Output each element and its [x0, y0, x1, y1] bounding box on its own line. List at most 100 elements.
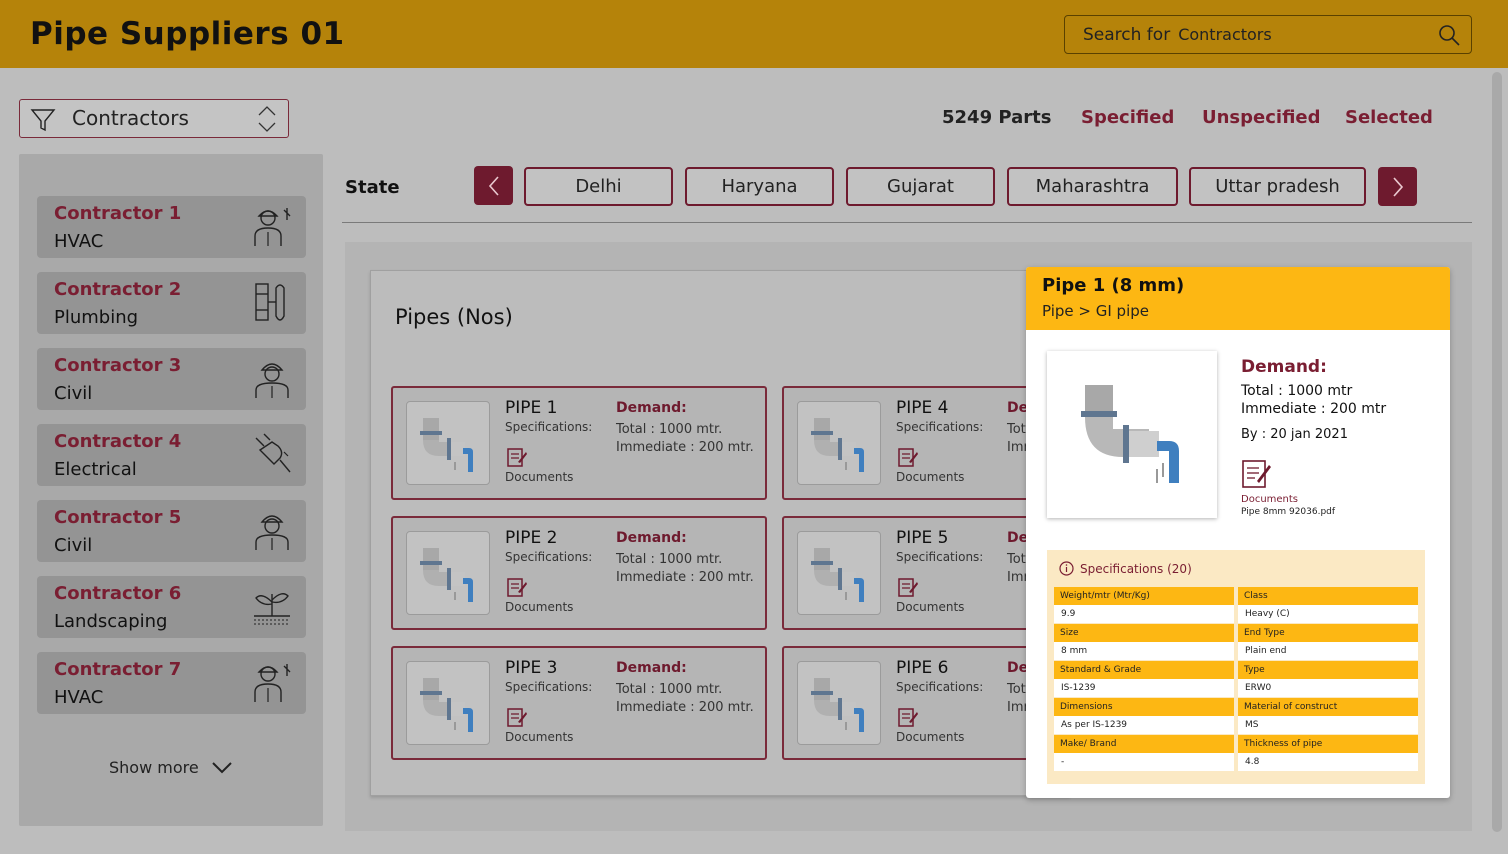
pipe-card[interactable]: PIPE 1 Specifications: Documents Demand:…	[391, 386, 767, 500]
spec-row: Make/ Brand - Thickness of pipe 4.8	[1054, 735, 1418, 771]
contractor-item[interactable]: Contractor 4 Electrical	[37, 424, 306, 486]
pipe-card[interactable]: PIPE 2 Specifications: Documents Demand:…	[391, 516, 767, 630]
pipe-name: PIPE 2	[505, 528, 558, 548]
contractor-name: Contractor 7	[54, 659, 182, 680]
pipes-title: Pipes (Nos)	[395, 305, 513, 329]
unspecified-link[interactable]: Unspecified	[1202, 107, 1321, 128]
document-icon[interactable]	[506, 446, 528, 468]
contractor-type: Landscaping	[54, 611, 168, 632]
spec-row: Standard & Grade IS-1239 Type ERW0	[1054, 661, 1418, 697]
document-icon[interactable]	[897, 446, 919, 468]
search-box[interactable]: Search for	[1064, 15, 1472, 54]
contractor-name: Contractor 5	[54, 507, 182, 528]
documents-label[interactable]: Documents	[896, 600, 964, 614]
contractor-sidebar: Contractor 1 HVAC Contractor 2 Plumbing …	[19, 154, 323, 826]
document-icon[interactable]	[1241, 457, 1273, 489]
vertical-scrollbar[interactable]	[1492, 72, 1502, 832]
state-chip-uttar-pradesh[interactable]: Uttar pradesh	[1189, 167, 1366, 206]
contractor-item[interactable]: Contractor 7 HVAC	[37, 652, 306, 714]
spec-value: MS	[1238, 716, 1418, 734]
document-icon[interactable]	[897, 706, 919, 728]
document-icon[interactable]	[506, 706, 528, 728]
documents-label[interactable]: Documents	[1241, 494, 1298, 505]
contractor-item[interactable]: Contractor 1 HVAC	[37, 196, 306, 258]
documents-label[interactable]: Documents	[896, 470, 964, 484]
search-input[interactable]	[1178, 25, 1429, 44]
spec-key: Thickness of pipe	[1238, 735, 1418, 753]
spec-key: Make/ Brand	[1054, 735, 1234, 753]
state-chip-delhi[interactable]: Delhi	[524, 167, 673, 206]
total-demand: Tot	[1007, 422, 1026, 437]
contractor-name: Contractor 2	[54, 279, 182, 300]
civil-worker-icon	[255, 515, 289, 550]
spec-value: -	[1054, 753, 1234, 771]
demand-label: Demand:	[616, 400, 687, 416]
search-prefix: Search for	[1083, 24, 1171, 45]
document-icon[interactable]	[506, 576, 528, 598]
pipe-card[interactable]: PIPE 3 Specifications: Documents Demand:…	[391, 646, 767, 760]
contractor-item[interactable]: Contractor 3 Civil	[37, 348, 306, 410]
demand-label: Demand:	[616, 530, 687, 546]
prev-state-button[interactable]	[474, 166, 513, 205]
pipe-name: PIPE 6	[896, 658, 949, 678]
pipe-image	[1047, 351, 1217, 518]
pipe-thumbnail	[797, 661, 881, 745]
app-header: Pipe Suppliers 01 Search for	[0, 0, 1508, 68]
documents-label[interactable]: Documents	[505, 600, 573, 614]
document-icon[interactable]	[897, 576, 919, 598]
spec-row: Weight/mtr (Mtr/Kg) 9.9 Class Heavy (C)	[1054, 587, 1418, 623]
specifications-label: Specifications:	[505, 680, 593, 694]
next-state-button[interactable]	[1378, 167, 1417, 206]
immediate-demand: Immediate : 200 mtr	[1241, 401, 1387, 417]
documents-label[interactable]: Documents	[896, 730, 964, 744]
chevron-right-icon	[1392, 176, 1403, 197]
pipe-name: PIPE 1	[505, 398, 558, 418]
spec-key: Standard & Grade	[1054, 661, 1234, 679]
immediate-demand: Immediate : 200 mtr.	[616, 700, 754, 715]
spec-row: Dimensions As per IS-1239 Material of con…	[1054, 698, 1418, 734]
contractor-item[interactable]: Contractor 6 Landscaping	[37, 576, 306, 638]
documents-label[interactable]: Documents	[505, 470, 573, 484]
search-icon[interactable]	[1437, 23, 1461, 51]
contractor-type: Plumbing	[54, 307, 139, 328]
contractor-name: Contractor 3	[54, 355, 182, 376]
contractor-item[interactable]: Contractor 2 Plumbing	[37, 272, 306, 334]
pipe-thumbnail	[406, 531, 490, 615]
documents-label[interactable]: Documents	[505, 730, 573, 744]
selected-link[interactable]: Selected	[1345, 107, 1433, 128]
parts-count: 5249 Parts	[942, 107, 1052, 128]
contractor-type: HVAC	[54, 687, 104, 708]
show-more-button[interactable]: Show more	[109, 758, 233, 777]
pipe-thumbnail	[406, 401, 490, 485]
total-demand: Total : 1000 mtr.	[616, 422, 723, 437]
spec-value: ERW0	[1238, 679, 1418, 697]
pipe-elbow-icon	[420, 548, 473, 602]
pipe-name: PIPE 4	[896, 398, 949, 418]
pipe-thumbnail	[797, 531, 881, 615]
spec-key: Size	[1054, 624, 1234, 642]
specified-link[interactable]: Specified	[1081, 107, 1174, 128]
contractor-filter-select[interactable]: Contractors	[19, 99, 289, 138]
info-icon	[1059, 561, 1074, 576]
demand-label: Demand:	[1241, 357, 1327, 377]
chevron-left-icon	[488, 175, 499, 196]
filter-icon	[30, 107, 56, 137]
total-demand: Total : 1000 mtr.	[616, 552, 723, 567]
specifications-label: Specifications:	[896, 680, 984, 694]
contractor-type: Civil	[54, 535, 93, 556]
contractor-item[interactable]: Contractor 5 Civil	[37, 500, 306, 562]
document-file-link[interactable]: Pipe 8mm 92036.pdf	[1241, 507, 1335, 517]
specifications-title: Specifications (20)	[1080, 561, 1192, 576]
pipe-elbow-icon	[420, 418, 473, 472]
spec-key: Material of construct	[1238, 698, 1418, 716]
show-more-label: Show more	[109, 758, 199, 777]
electrical-plug-icon	[255, 433, 291, 473]
demand-label: Demand:	[616, 660, 687, 676]
state-chip-haryana[interactable]: Haryana	[685, 167, 834, 206]
spec-value: 9.9	[1054, 605, 1234, 623]
pipe-elbow-icon	[420, 678, 473, 732]
state-chip-gujarat[interactable]: Gujarat	[846, 167, 995, 206]
updown-chevron-icon[interactable]	[256, 104, 278, 138]
contractor-name: Contractor 1	[54, 203, 182, 224]
state-chip-maharashtra[interactable]: Maharashtra	[1007, 167, 1178, 206]
